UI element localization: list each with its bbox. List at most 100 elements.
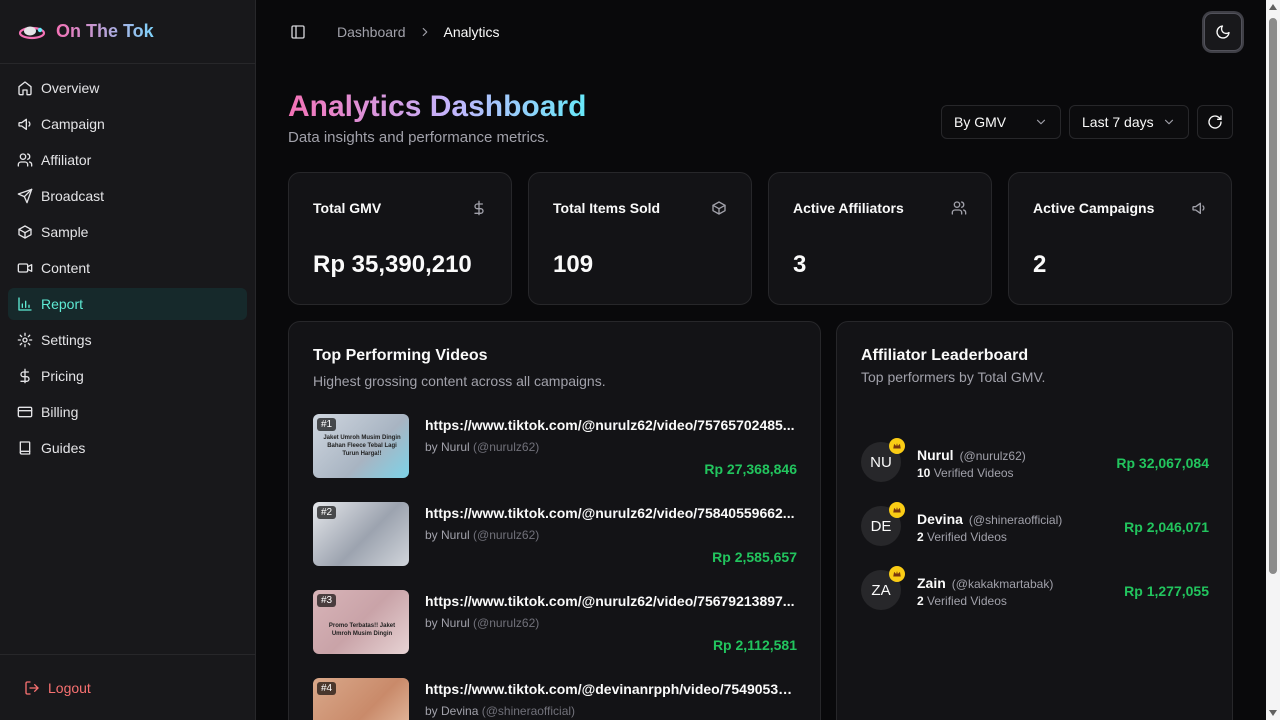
metric-select-value: By GMV xyxy=(954,114,1007,130)
sidebar-nav: Overview Campaign Affiliator Broadcast S… xyxy=(0,64,255,476)
video-icon xyxy=(17,263,33,273)
video-author-handle: (@nurulz62) xyxy=(473,440,540,454)
sidebar-item-label: Billing xyxy=(41,404,79,420)
app: On The Tok Overview Campaign Affiliator … xyxy=(0,0,1280,720)
sidebar-item-affiliator[interactable]: Affiliator xyxy=(8,144,247,176)
video-author: by Nurul (@nurulz62) xyxy=(425,440,539,454)
sidebar-item-label: Pricing xyxy=(41,368,84,384)
theme-toggle-button[interactable] xyxy=(1204,13,1242,51)
video-link[interactable]: https://www.tiktok.com/@nurulz62/video/7… xyxy=(425,417,797,433)
verified-label: Verified Videos xyxy=(933,466,1014,480)
video-thumbnail[interactable]: #2 xyxy=(313,502,409,566)
stat-label: Total Items Sold xyxy=(553,200,661,216)
verified-videos-count: 10 Verified Videos xyxy=(917,466,1014,480)
affiliator-name: Zain (@kakakmartabak) xyxy=(917,575,1053,591)
video-row[interactable]: #1 Jaket Umroh Musim Dingin Bahan Fleece… xyxy=(313,414,797,478)
rank-badge: #2 xyxy=(317,506,337,519)
date-range-select[interactable]: Last 7 days xyxy=(1069,105,1189,139)
scroll-down-arrow-icon[interactable] xyxy=(1269,710,1277,716)
thumbnail-caption: Jaket Umroh Musim Dingin Bahan Fleece Te… xyxy=(323,435,401,457)
leaderboard-row[interactable]: ZA Zain (@kakakmartabak) 2 Verified Video… xyxy=(861,566,1209,612)
affiliator-gmv: Rp 1,277,055 xyxy=(1124,583,1209,599)
rank-badge: #3 xyxy=(317,594,337,607)
chevron-down-icon xyxy=(1036,119,1046,125)
stat-card-active-affiliators: Active Affiliators 3 xyxy=(768,172,992,305)
sidebar-item-report[interactable]: Report xyxy=(8,288,247,320)
moon-icon xyxy=(1216,25,1230,39)
breadcrumb-current: Analytics xyxy=(443,24,500,40)
leaderboard-row[interactable]: DE Devina (@shineraofficial) 2 Verified V… xyxy=(861,502,1209,548)
stat-label: Active Campaigns xyxy=(1033,200,1155,216)
sidebar: On The Tok Overview Campaign Affiliator … xyxy=(0,0,256,720)
video-row[interactable]: #2 https://www.tiktok.com/@nurulz62/vide… xyxy=(313,502,797,566)
video-author: by Nurul (@nurulz62) xyxy=(425,528,539,542)
panel-left-icon xyxy=(291,25,305,39)
thumbnail-caption: Promo Terbatas!! Jaket Umroh Musim Dingi… xyxy=(328,623,396,637)
video-thumbnail[interactable]: #4 xyxy=(313,678,409,720)
sidebar-item-label: Overview xyxy=(41,80,100,96)
metric-select[interactable]: By GMV xyxy=(941,105,1061,139)
gear-icon xyxy=(17,332,33,348)
video-row[interactable]: #3 Promo Terbatas!! Jaket Umroh Musim Di… xyxy=(313,590,797,654)
sidebar-item-label: Guides xyxy=(41,440,86,456)
refresh-button[interactable] xyxy=(1197,105,1233,139)
logout-button[interactable]: Logout xyxy=(16,680,91,696)
panel-title: Top Performing Videos xyxy=(313,347,488,364)
sidebar-item-overview[interactable]: Overview xyxy=(8,72,247,104)
verified-videos-count: 2 Verified Videos xyxy=(917,530,1007,544)
sidebar-item-sample[interactable]: Sample xyxy=(8,216,247,248)
video-author: by Devina (@shineraofficial) xyxy=(425,704,575,718)
stat-card-total-gmv: Total GMV Rp 35,390,210 xyxy=(288,172,512,305)
brand[interactable]: On The Tok xyxy=(0,0,255,64)
video-thumbnail[interactable]: #1 Jaket Umroh Musim Dingin Bahan Fleece… xyxy=(313,414,409,478)
logout-icon xyxy=(25,680,39,695)
verified-count: 2 xyxy=(917,530,924,544)
chevron-down-icon xyxy=(1164,119,1174,125)
video-link[interactable]: https://www.tiktok.com/@nurulz62/video/7… xyxy=(425,593,797,609)
video-gmv: Rp 2,585,657 xyxy=(712,549,797,565)
video-row[interactable]: #4 https://www.tiktok.com/@devinanrpph/v… xyxy=(313,678,797,720)
stat-value: Rp 35,390,210 xyxy=(313,251,472,278)
page-subtitle: Data insights and performance metrics. xyxy=(288,129,549,146)
video-thumbnail[interactable]: #3 Promo Terbatas!! Jaket Umroh Musim Di… xyxy=(313,590,409,654)
sidebar-item-campaign[interactable]: Campaign xyxy=(8,108,247,140)
verified-count: 10 xyxy=(917,466,931,480)
sidebar-item-label: Campaign xyxy=(41,116,105,132)
sidebar-item-billing[interactable]: Billing xyxy=(8,396,247,428)
box-icon xyxy=(18,225,32,239)
sidebar-item-broadcast[interactable]: Broadcast xyxy=(8,180,247,212)
affiliator-handle: (@shineraofficial) xyxy=(968,513,1063,527)
breadcrumb: Dashboard Analytics xyxy=(337,24,500,40)
sidebar-item-label: Content xyxy=(41,260,91,276)
megaphone-icon xyxy=(1192,202,1205,214)
video-author-name: by Nurul xyxy=(425,440,470,454)
breadcrumb-dashboard[interactable]: Dashboard xyxy=(337,24,406,40)
video-author-name: by Nurul xyxy=(425,616,470,630)
sidebar-item-guides[interactable]: Guides xyxy=(8,432,247,464)
panel-description: Top performers by Total GMV. xyxy=(861,369,1046,385)
stat-label: Total GMV xyxy=(313,200,382,216)
video-author-handle: (@shineraofficial) xyxy=(481,704,576,718)
video-link[interactable]: https://www.tiktok.com/@devinanrpph/vide… xyxy=(425,681,797,697)
verified-label: Verified Videos xyxy=(927,530,1007,544)
crown-icon xyxy=(889,438,905,454)
sidebar-item-label: Sample xyxy=(41,224,89,240)
megaphone-icon xyxy=(18,118,31,130)
video-link[interactable]: https://www.tiktok.com/@nurulz62/video/7… xyxy=(425,505,797,521)
page-scrollbar[interactable] xyxy=(1266,0,1280,720)
affiliator-handle: (@kakakmartabak) xyxy=(951,577,1054,591)
leaderboard-row[interactable]: NU Nurul (@nurulz62) 10 Verified Videos R… xyxy=(861,438,1209,484)
crown-icon xyxy=(889,566,905,582)
sidebar-item-content[interactable]: Content xyxy=(8,252,247,284)
scrollbar-thumb[interactable] xyxy=(1269,18,1277,574)
sidebar-toggle-button[interactable] xyxy=(284,18,312,46)
verified-videos-count: 2 Verified Videos xyxy=(917,594,1007,608)
sidebar-item-pricing[interactable]: Pricing xyxy=(8,360,247,392)
sidebar-item-label: Affiliator xyxy=(41,152,92,168)
dollar-icon xyxy=(474,200,484,216)
sidebar-item-settings[interactable]: Settings xyxy=(8,324,247,356)
home-icon xyxy=(18,81,32,96)
scroll-up-arrow-icon[interactable] xyxy=(1269,4,1277,10)
brand-name: On The Tok xyxy=(56,21,154,41)
top-header: Dashboard Analytics xyxy=(256,0,1266,64)
